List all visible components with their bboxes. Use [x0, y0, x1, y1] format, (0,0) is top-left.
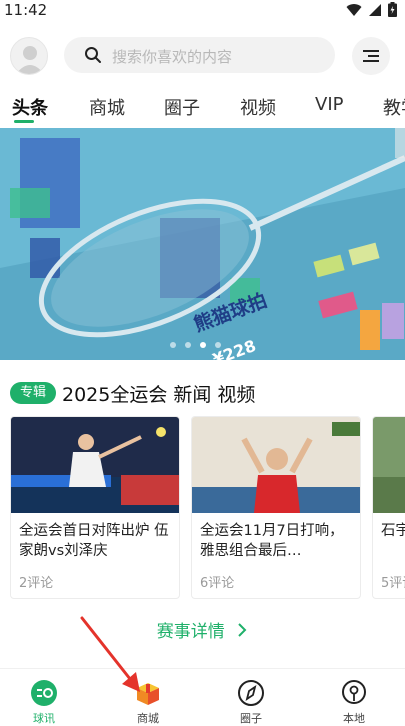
- nav-label: 商城: [137, 712, 159, 725]
- user-icon: [16, 46, 44, 74]
- card-title: 全运会首日对阵出炉 伍家朗vs刘泽庆: [19, 523, 169, 559]
- tab-video[interactable]: 视频: [240, 94, 276, 120]
- status-icons: [346, 2, 397, 17]
- carousel-dot-active: [200, 342, 206, 348]
- signal-icon: [369, 3, 381, 16]
- tab-headlines[interactable]: 头条: [12, 94, 48, 120]
- nav-label: 球讯: [33, 712, 55, 725]
- news-icon: [31, 680, 57, 706]
- tab-vip[interactable]: VIP: [315, 94, 343, 115]
- comment-count: 5评论: [381, 576, 405, 591]
- nav-label: 本地: [343, 712, 365, 725]
- tab-circle[interactable]: 圈子: [164, 94, 200, 120]
- section-title: 2025全运会 新闻 视频: [62, 384, 256, 406]
- event-details-label: 赛事详情: [156, 622, 225, 642]
- category-tabs: 头条 商城 圈子 视频 VIP 教学: [0, 90, 405, 126]
- status-bar: 11:42: [0, 0, 405, 22]
- card-title: 全运会11月7日打响，雅思组合最后…: [200, 523, 344, 559]
- album-tag: 专辑: [10, 382, 56, 404]
- tab-mall[interactable]: 商城: [89, 94, 125, 120]
- search-icon: [85, 47, 101, 63]
- card-list: 全运会首日对阵出炉 伍家朗vs刘泽庆 2评论 全运会11月7日打响，雅思组合最后…: [10, 416, 405, 600]
- news-card[interactable]: 全运会11月7日打响，雅思组合最后… 6评论: [191, 416, 361, 599]
- status-time: 11:42: [4, 1, 48, 19]
- nav-news[interactable]: 球讯: [14, 679, 74, 726]
- card-image: [192, 417, 360, 513]
- wifi-icon: [346, 3, 362, 16]
- card-image: [373, 417, 405, 513]
- header: 搜索你喜欢的内容: [0, 32, 405, 80]
- location-pin-icon: [342, 680, 366, 704]
- menu-button[interactable]: [352, 37, 390, 75]
- avatar[interactable]: [10, 37, 48, 75]
- nav-label: 圈子: [240, 712, 262, 725]
- search-bar[interactable]: 搜索你喜欢的内容: [64, 37, 335, 73]
- search-placeholder: 搜索你喜欢的内容: [112, 48, 233, 66]
- comment-count: 2评论: [19, 576, 54, 591]
- nav-local[interactable]: 本地: [324, 679, 384, 726]
- bottom-nav: 球讯 商城 圈子 本地: [0, 668, 405, 726]
- news-card[interactable]: 全运会首日对阵出炉 伍家朗vs刘泽庆 2评论: [10, 416, 180, 599]
- menu-icon: [363, 50, 379, 62]
- card-image: [11, 417, 179, 513]
- card-title: 石宇奇战全运: [381, 523, 405, 539]
- chevron-right-icon: [238, 623, 247, 637]
- nav-circle[interactable]: 圈子: [221, 679, 281, 726]
- annotation-arrow-icon: [80, 616, 140, 692]
- carousel-dot: [215, 342, 221, 348]
- battery-icon: [388, 2, 397, 17]
- active-tab-indicator: [14, 120, 34, 123]
- carousel-dot: [170, 342, 176, 348]
- compass-icon: [238, 680, 264, 706]
- carousel-dot: [185, 342, 191, 348]
- banner-carousel[interactable]: 熊猫球拍 ¥228: [0, 128, 405, 360]
- comment-count: 6评论: [200, 576, 235, 591]
- tab-teaching[interactable]: 教学: [383, 94, 405, 120]
- carousel-dots: [170, 342, 221, 348]
- event-details-link[interactable]: 赛事详情: [0, 617, 405, 642]
- news-card[interactable]: 石宇奇战全运 5评论: [372, 416, 405, 599]
